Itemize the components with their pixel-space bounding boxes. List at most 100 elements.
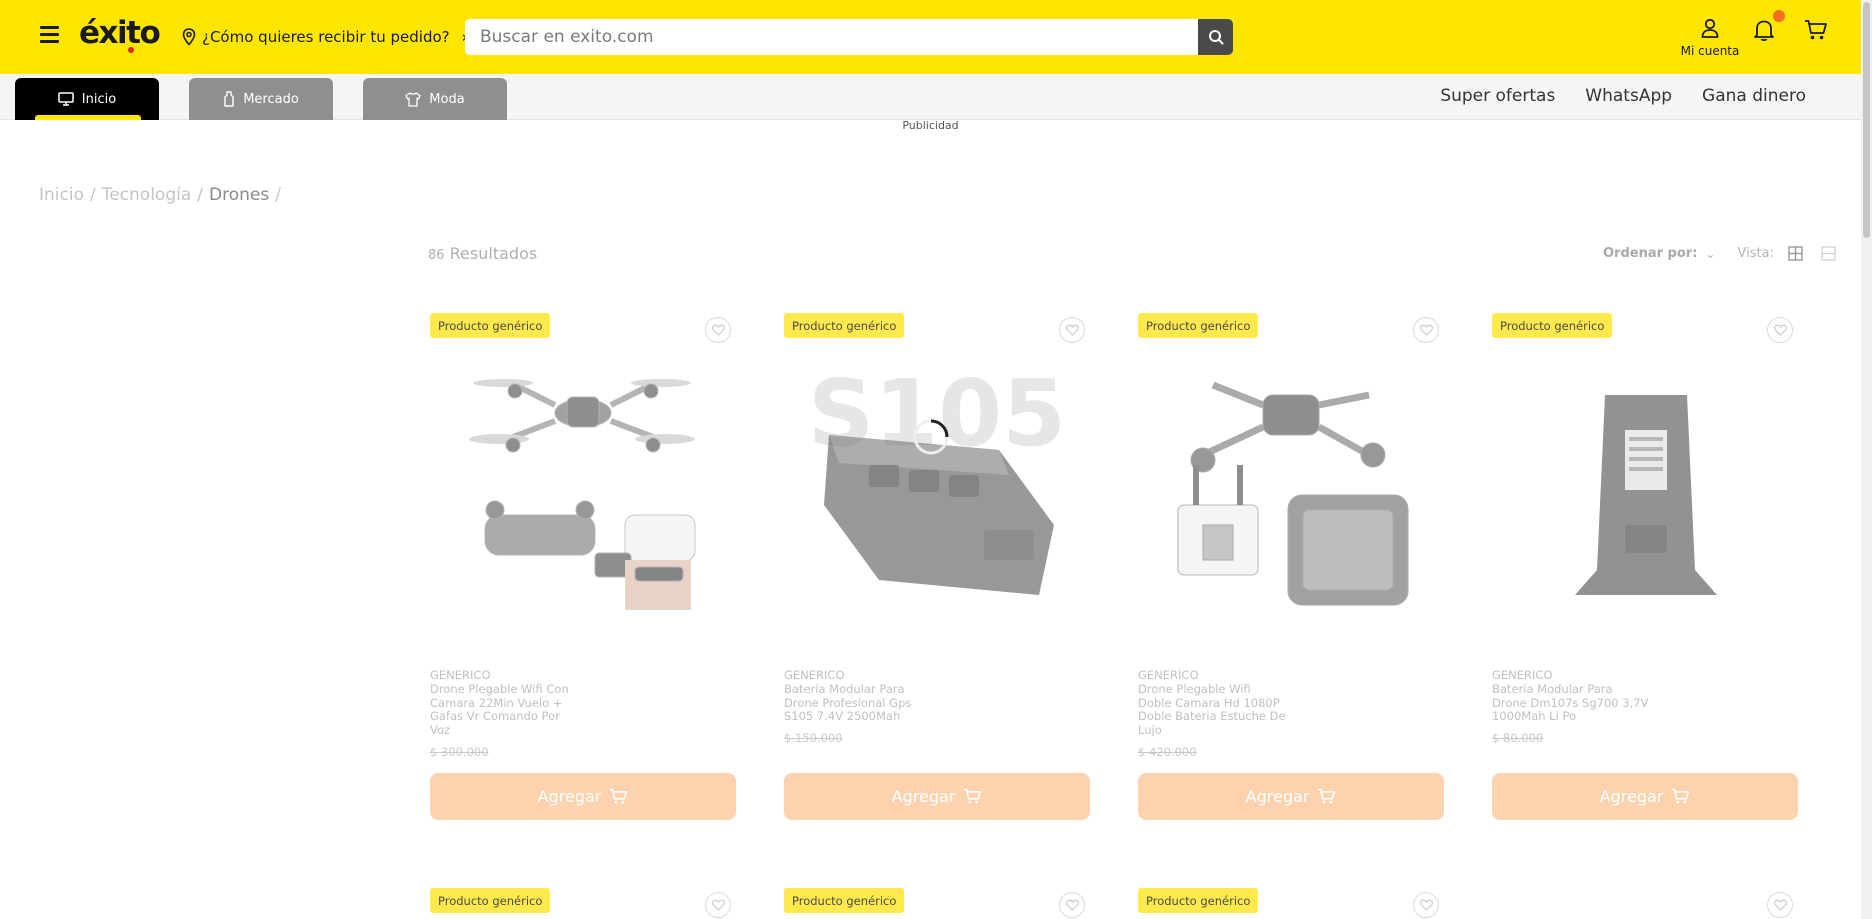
product-brand: GENERICO [1138, 668, 1199, 682]
generic-product-badge: Producto genérico [430, 313, 551, 338]
breadcrumb-item[interactable]: Inicio [39, 185, 84, 205]
location-pin-icon [182, 28, 196, 46]
product-card[interactable]: Producto genérico [1138, 888, 1444, 919]
title-line: Batería Modular Para [1492, 682, 1613, 696]
breadcrumb-current: Drones [209, 185, 270, 205]
product-price: $ 80.000 [1492, 731, 1544, 745]
exito-logo[interactable]: éxito [79, 15, 161, 51]
location-prompt: ¿Cómo quieres recibir tu pedido? [202, 28, 450, 46]
title-line: Doble Bateria Estuche De [1138, 709, 1286, 723]
product-card[interactable]: Producto genérico GENERICO Drone Plegabl… [1138, 313, 1444, 823]
product-title[interactable]: Drone Plegable Wifi Doble Camara Hd 1080… [1138, 682, 1298, 737]
favorite-heart-icon[interactable] [1059, 317, 1085, 343]
product-title[interactable]: Batería Modular Para Drone Profesional G… [784, 682, 944, 724]
add-button-label: Agregar [891, 787, 956, 806]
monitor-icon [58, 92, 74, 106]
shirt-icon [405, 91, 421, 107]
title-line: Drone Plegable Wifi [1138, 682, 1251, 696]
tab-inicio[interactable]: Inicio [15, 78, 159, 120]
generic-product-badge: Producto genérico [784, 313, 905, 338]
cart-icon[interactable] [1804, 19, 1828, 41]
results-label: Resultados [449, 244, 538, 263]
title-line: Voz [430, 722, 451, 737]
category-nav: Inicio Mercado Moda Super ofertas WhatsA… [0, 74, 1861, 120]
breadcrumb-separator: / [89, 185, 96, 205]
title-line: Camara 22Min Vuelo + [430, 695, 563, 710]
account-button[interactable]: Mi cuenta [1675, 18, 1745, 58]
product-image[interactable]: S105 [809, 355, 1065, 611]
sort-and-view-bar: Ordenar por: ⌄ Vista: [1603, 246, 1836, 261]
bottle-icon [224, 91, 234, 107]
search-input[interactable] [465, 19, 1198, 55]
search-button[interactable] [1198, 19, 1233, 55]
product-price: $ 300.000 [430, 745, 489, 759]
favorite-heart-icon[interactable] [1413, 892, 1439, 918]
link-whatsapp[interactable]: WhatsApp [1585, 86, 1672, 106]
generic-product-badge: Producto genérico [1138, 888, 1259, 913]
list-view-icon[interactable] [1821, 246, 1836, 261]
product-card[interactable]: Producto genérico GENERICO Batería Modul… [1492, 313, 1798, 823]
delivery-location-selector[interactable]: ¿Cómo quieres recibir tu pedido? › [182, 27, 468, 47]
favorite-heart-icon[interactable] [1767, 892, 1793, 918]
logo-dot [128, 47, 134, 53]
scrollbar-thumb[interactable] [1863, 2, 1870, 238]
view-label: Vista: [1737, 246, 1774, 261]
add-button-label: Agregar [537, 787, 602, 806]
product-brand: GENERICO [784, 668, 845, 682]
link-super-ofertas[interactable]: Super ofertas [1440, 86, 1555, 106]
search-icon [1208, 30, 1223, 45]
add-to-cart-button[interactable]: Agregar [1138, 773, 1444, 820]
add-to-cart-button[interactable]: Agregar [1492, 773, 1798, 820]
product-price: $ 420.000 [1138, 745, 1197, 759]
cart-icon [964, 788, 982, 804]
account-label: Mi cuenta [1680, 44, 1740, 58]
favorite-heart-icon[interactable] [705, 317, 731, 343]
generic-product-badge: Producto genérico [1138, 313, 1259, 338]
results-number: 86 [428, 248, 445, 263]
title-line: Drone Dm107s Sg700 3,7V [1492, 695, 1649, 710]
grid-view-icon[interactable] [1788, 246, 1803, 261]
generic-product-badge: Producto genérico [1492, 313, 1613, 338]
add-button-label: Agregar [1599, 787, 1664, 806]
product-image[interactable] [455, 355, 711, 611]
tab-label: Moda [429, 91, 465, 107]
title-line: Doble Camara Hd 1080P [1138, 695, 1280, 710]
cart-icon [1318, 788, 1336, 804]
notifications-bell-icon[interactable] [1753, 18, 1775, 42]
product-image[interactable] [1517, 355, 1773, 611]
add-to-cart-button[interactable]: Agregar [784, 773, 1090, 820]
title-line: Lujo [1138, 722, 1162, 737]
menu-icon[interactable] [40, 26, 59, 44]
product-brand: GENERICO [430, 668, 491, 682]
breadcrumb-item[interactable]: Tecnología [102, 185, 192, 205]
title-line: Gafas Vr Comando Por [430, 709, 560, 723]
product-card[interactable]: Producto genérico [784, 888, 1090, 919]
favorite-heart-icon[interactable] [1059, 892, 1085, 918]
link-gana-dinero[interactable]: Gana dinero [1702, 86, 1806, 106]
tab-moda[interactable]: Moda [363, 78, 507, 120]
search-bar [465, 19, 1233, 55]
sort-label[interactable]: Ordenar por: [1603, 246, 1697, 261]
chevron-down-icon[interactable]: ⌄ [1705, 247, 1715, 261]
top-header: éxito ¿Cómo quieres recibir tu pedido? ›… [0, 0, 1861, 74]
product-image[interactable] [1163, 355, 1419, 611]
product-title[interactable]: Batería Modular Para Drone Dm107s Sg700 … [1492, 682, 1652, 724]
generic-product-badge: Producto genérico [430, 888, 551, 913]
product-title[interactable]: Drone Plegable Wifi Con Camara 22Min Vue… [430, 682, 590, 737]
product-card[interactable] [1492, 888, 1798, 919]
results-count: 86 Resultados [428, 244, 537, 263]
cart-icon [610, 788, 628, 804]
favorite-heart-icon[interactable] [1413, 317, 1439, 343]
product-card[interactable]: Producto genérico GENERICO Drone Plegabl… [430, 313, 736, 823]
product-card[interactable]: Producto genérico [430, 888, 736, 919]
add-to-cart-button[interactable]: Agregar [430, 773, 736, 820]
favorite-heart-icon[interactable] [705, 892, 731, 918]
user-icon [1701, 18, 1719, 38]
tab-mercado[interactable]: Mercado [189, 78, 333, 120]
notification-dot [1773, 10, 1785, 22]
favorite-heart-icon[interactable] [1767, 317, 1793, 343]
product-card[interactable]: Producto genérico S105 GENERICO Batería … [784, 313, 1090, 823]
product-price: $ 150.000 [784, 731, 843, 745]
ad-label: Publicidad [902, 119, 959, 132]
title-line: Batería Modular Para [784, 682, 905, 696]
